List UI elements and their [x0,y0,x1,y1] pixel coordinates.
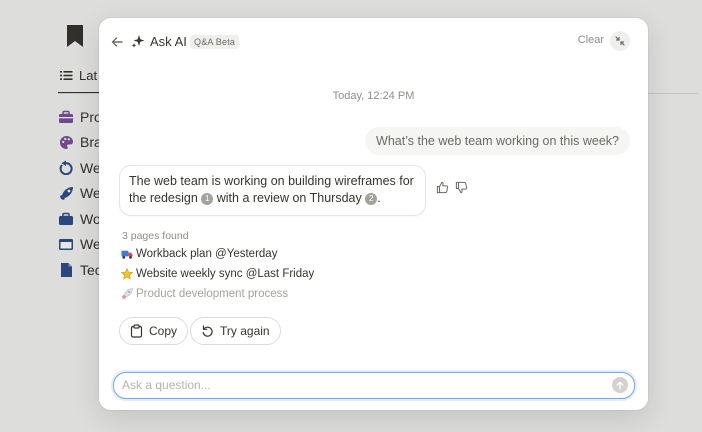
back-arrow-icon[interactable] [109,34,125,50]
source-link[interactable]: Workback plan @Yesterday [121,248,277,260]
user-message: What’s the web team working on this week… [365,127,630,155]
ai-response-text: with a review on Thursday [213,191,366,205]
clipboard-icon [130,324,143,338]
pages-found-label: 3 pages found [122,230,189,242]
citation-badge[interactable]: 1 [201,193,214,205]
modal-header: Ask AI Q&A Beta Clear [99,18,648,64]
ai-response-text: . [377,191,381,205]
beta-badge: Q&A Beta [190,35,240,49]
ask-ai-modal: Ask AI Q&A Beta Clear Today, 12:24 PM Wh… [99,18,648,410]
source-link[interactable]: Website weekly sync @Last Friday [121,268,314,280]
star-icon [121,268,133,280]
ai-response: The web team is working on building wire… [119,165,426,216]
message-timestamp: Today, 12:24 PM [332,90,415,102]
rocket-icon [121,288,133,300]
thumbs-up-icon[interactable] [436,181,449,194]
try-again-button[interactable]: Try again [190,317,281,345]
copy-button[interactable]: Copy [119,317,189,345]
retry-icon [202,324,213,337]
ai-response-line1: The web team is working on building wire… [129,174,414,188]
modal-title: Ask AI [150,34,187,49]
citation-badge[interactable]: 2 [365,193,378,205]
source-label: Product development process [136,288,289,300]
sparkle-icon [131,35,145,48]
source-label: Workback plan @Yesterday [136,248,278,260]
send-button[interactable] [612,377,628,393]
thumbs-down-icon[interactable] [455,181,468,194]
try-again-label: Try again [220,324,270,338]
collapse-icon [615,36,625,46]
source-link[interactable]: Product development process [121,288,288,300]
arrow-up-icon [616,381,624,390]
source-label: Website weekly sync @Last Friday [136,268,315,280]
collapse-button[interactable] [610,31,630,51]
question-input[interactable] [122,373,602,397]
ai-response-text: the redesign [129,191,202,205]
question-input-container [113,372,635,399]
truck-icon [121,248,133,260]
clear-button[interactable]: Clear [578,34,604,46]
copy-label: Copy [149,324,178,338]
